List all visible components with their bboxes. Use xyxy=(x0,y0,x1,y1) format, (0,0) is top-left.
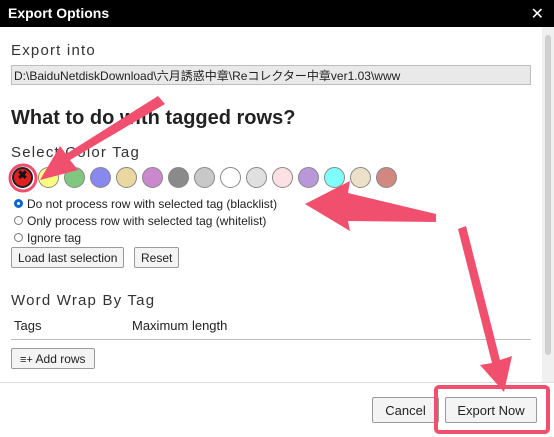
color-swatch[interactable] xyxy=(64,167,85,188)
column-header-maximum-length: Maximum length xyxy=(132,318,228,333)
close-icon[interactable]: ✕ xyxy=(531,4,544,24)
tag-option[interactable]: Only process row with selected tag (whit… xyxy=(14,212,277,229)
radio-button[interactable] xyxy=(14,199,23,208)
tagged-rows-heading: What to do with tagged rows? xyxy=(11,107,296,129)
color-swatch[interactable] xyxy=(298,167,319,188)
word-wrap-table-header: Tags Maximum length xyxy=(11,315,531,340)
dialog-footer: Cancel Export Now xyxy=(0,382,554,437)
color-swatch[interactable] xyxy=(324,167,345,188)
title-bar: Export Options ✕ xyxy=(0,0,554,27)
color-swatch[interactable] xyxy=(350,167,371,188)
tag-option-label: Only process row with selected tag (whit… xyxy=(27,213,267,228)
radio-button[interactable] xyxy=(14,233,23,242)
add-rows-icon: ≡+ xyxy=(20,353,33,366)
color-swatch[interactable] xyxy=(246,167,267,188)
tag-option-label: Do not process row with selected tag (bl… xyxy=(27,196,278,211)
color-swatch[interactable] xyxy=(376,167,397,188)
export-into-label: Export into xyxy=(11,42,96,59)
export-now-button[interactable]: Export Now xyxy=(445,397,537,423)
color-swatch[interactable] xyxy=(90,167,111,188)
color-swatch-list: ✖ xyxy=(12,167,397,188)
radio-button[interactable] xyxy=(14,216,23,225)
window-title: Export Options xyxy=(8,5,110,21)
tag-option[interactable]: Do not process row with selected tag (bl… xyxy=(14,195,277,212)
color-swatch[interactable] xyxy=(272,167,293,188)
select-color-tag-label: Select Color Tag xyxy=(11,144,140,161)
color-swatch[interactable] xyxy=(220,167,241,188)
column-header-tags: Tags xyxy=(14,318,42,333)
tag-option[interactable]: Ignore tag xyxy=(14,229,277,246)
color-swatch[interactable] xyxy=(168,167,189,188)
add-rows-button[interactable]: ≡+ Add rows xyxy=(11,348,95,369)
reset-button[interactable]: Reset xyxy=(134,247,180,268)
load-last-selection-button[interactable]: Load last selection xyxy=(11,247,125,268)
color-swatch[interactable]: ✖ xyxy=(12,167,33,188)
dialog-content: Export into D:\BaiduNetdiskDownload\六月誘惑… xyxy=(0,27,540,382)
tag-option-label: Ignore tag xyxy=(27,230,82,245)
color-swatch[interactable] xyxy=(142,167,163,188)
word-wrap-label: Word Wrap By Tag xyxy=(11,292,156,309)
selected-mark-icon: ✖ xyxy=(17,168,28,182)
color-swatch[interactable] xyxy=(38,167,59,188)
content-scrollbar[interactable] xyxy=(542,27,554,382)
color-swatch[interactable] xyxy=(116,167,137,188)
color-swatch[interactable] xyxy=(194,167,215,188)
tag-option-radio-group: Do not process row with selected tag (bl… xyxy=(14,195,277,246)
cancel-button[interactable]: Cancel xyxy=(372,397,439,423)
export-path-field[interactable]: D:\BaiduNetdiskDownload\六月誘惑中章\Reコレクター中章… xyxy=(11,65,531,85)
scrollbar-thumb[interactable] xyxy=(545,35,551,355)
add-rows-label: Add rows xyxy=(35,351,86,366)
